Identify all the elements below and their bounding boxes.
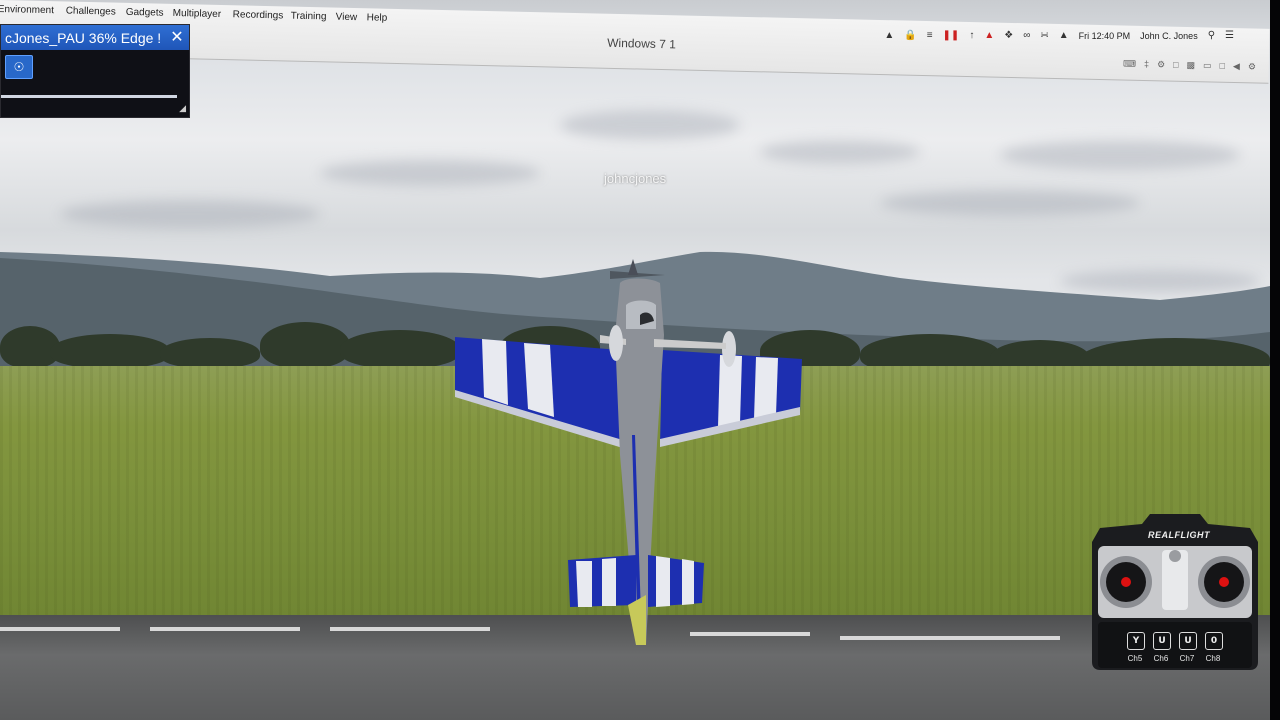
menu-multiplayer[interactable]: Multiplayer [173,8,222,20]
cloud [880,190,1140,216]
lock-icon[interactable]: □ [1219,61,1225,72]
runway-stripe [150,627,300,631]
channel-7-button[interactable]: U [1179,632,1197,650]
menu-recordings[interactable]: Recordings [233,9,284,21]
transmitter-logo: REALFLIGHT [1148,530,1210,540]
list-icon[interactable]: ☰ [1225,30,1234,41]
close-icon[interactable]: ✕ [168,29,186,47]
channel-8-label: Ch8 [1205,654,1221,663]
folder-icon[interactable]: ▭ [1203,60,1212,71]
settings-icon[interactable]: ⚙ [1157,59,1165,70]
volume-icon[interactable]: ▲ [1059,30,1069,41]
menu-extra-icon[interactable]: ≡ [927,30,933,41]
rc-airplane [455,259,802,645]
floating-window-titlebar[interactable]: cJones_PAU 36% Edge ! ✕ [1,25,189,50]
channel-5-button[interactable]: Y [1127,632,1145,650]
rc-transmitter-overlay: REALFLIGHT Y Ch5 U Ch6 U Ch7 0 Ch8 [1090,512,1260,672]
bluetooth-icon[interactable]: ∞ [1023,30,1030,41]
pause-icon[interactable]: ❚❚ [943,30,960,41]
channel-7-label: Ch7 [1179,654,1195,663]
vm-window-title: Windows 7 1 [607,35,677,52]
dropbox-icon[interactable]: ❖ [1004,30,1013,41]
menu-gadgets[interactable]: Gadgets [126,7,164,19]
menu-help[interactable]: Help [367,12,388,23]
arrow-icon[interactable]: ↑ [969,30,974,41]
menubar-user[interactable]: John C. Jones [1140,31,1198,41]
channel-6-label: Ch6 [1153,654,1169,663]
channel-6-button[interactable]: U [1153,632,1171,650]
parallels-icon[interactable]: ▲ [984,30,994,41]
printer-icon[interactable]: ▩ [1186,60,1195,71]
resize-grip-icon[interactable]: ◢ [179,103,186,114]
cloud [560,110,740,140]
channel-8-button[interactable]: 0 [1205,632,1223,650]
floating-window-title: cJones_PAU 36% Edge ! [5,30,162,46]
mac-status-area: ▲ 🔒 ≡ ❚❚ ↑ ▲ ❖ ∞ ∺ ▲ Fri 12:40 PM John C… [884,30,1234,41]
cloud [760,140,920,164]
cloud [320,160,540,186]
menu-bar: Environment Challenges Gadgets Multiplay… [0,0,1270,84]
back-icon[interactable]: ◀ [1233,61,1240,72]
monitor-bezel [1270,0,1280,720]
menubar-clock[interactable]: Fri 12:40 PM [1079,31,1131,41]
runway-stripe [0,627,120,631]
pin-icon[interactable]: ‡ [1144,59,1149,70]
device-icon[interactable]: □ [1173,60,1179,71]
gear-icon[interactable]: ⚙ [1248,61,1256,72]
runway-stripe [840,636,1060,640]
eye-icon[interactable]: ☉ [5,55,33,79]
menu-training[interactable]: Training [291,11,327,23]
menu-challenges[interactable]: Challenges [66,5,116,17]
simulator-screen: johncjones REALFLIGHT Y Ch5 U Ch6 U Ch7 … [0,0,1270,720]
user-watermark: johncjones [604,171,667,186]
search-icon[interactable]: ⚲ [1208,30,1215,41]
lock-icon[interactable]: 🔒 [904,30,916,41]
wifi-icon[interactable]: ∺ [1040,30,1048,41]
floating-status-window: cJones_PAU 36% Edge ! ✕ ☉ ◢ [0,24,190,118]
eject-icon[interactable]: ▲ [884,30,894,41]
keyboard-icon[interactable]: ⌨ [1123,58,1136,69]
menu-environment[interactable]: Environment [0,4,54,16]
cloud [1000,140,1240,170]
channel-5-label: Ch5 [1127,654,1143,663]
cloud [60,200,320,228]
progress-bar [1,95,177,98]
menu-view[interactable]: View [336,12,358,23]
